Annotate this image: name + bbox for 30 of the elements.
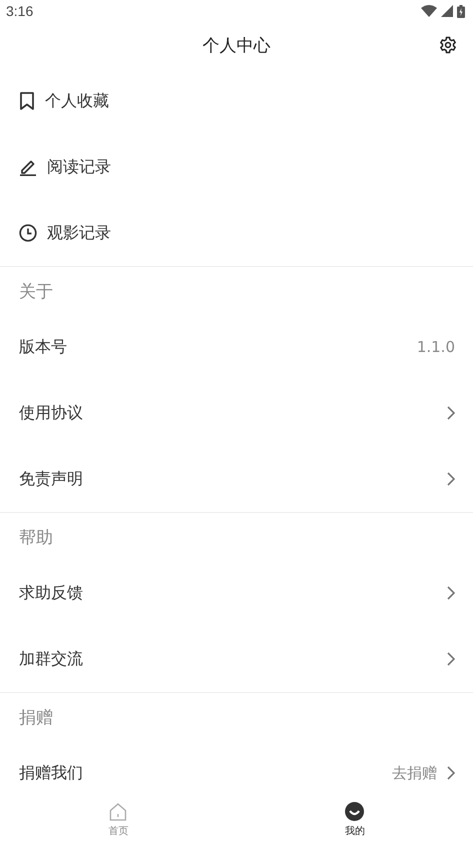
battery-icon [457,4,465,18]
home-icon [109,802,128,820]
chevron-icon [447,406,455,420]
chevron-icon [447,586,455,600]
settings-row[interactable]: 求助反馈 [0,560,473,626]
settings-row[interactable]: 使用协议 [0,380,473,446]
section-heading: 关于 [18,281,54,304]
wifi-icon [421,5,437,17]
chevron-icon [447,472,455,486]
menu-item[interactable]: 阅读记录 [0,134,473,200]
chevron-icon [447,652,455,666]
section-heading: 捐赠 [18,707,54,730]
chevron-icon [447,766,455,780]
settings-row[interactable]: 加群交流 [0,626,473,692]
smile-icon [345,802,364,821]
tab[interactable]: 首页 [0,795,236,845]
bookmark-icon [19,92,35,110]
signal-icon [441,5,453,17]
section-heading: 帮助 [18,527,54,550]
page-title: 个人中心 [202,34,270,56]
clock-icon [19,224,37,242]
menu-item[interactable]: 观影记录 [0,200,473,266]
tab[interactable]: 我的 [236,795,473,845]
menu-item[interactable]: 个人收藏 [0,68,473,134]
pencil-icon [19,158,37,176]
settings-icon[interactable] [439,36,457,54]
settings-row[interactable]: 免责声明 [0,446,473,512]
settings-row[interactable]: 捐赠我们 去捐赠 [0,740,473,795]
status-time: 3:16 [6,3,34,19]
settings-row[interactable]: 版本号 1.1.0 [0,314,473,380]
